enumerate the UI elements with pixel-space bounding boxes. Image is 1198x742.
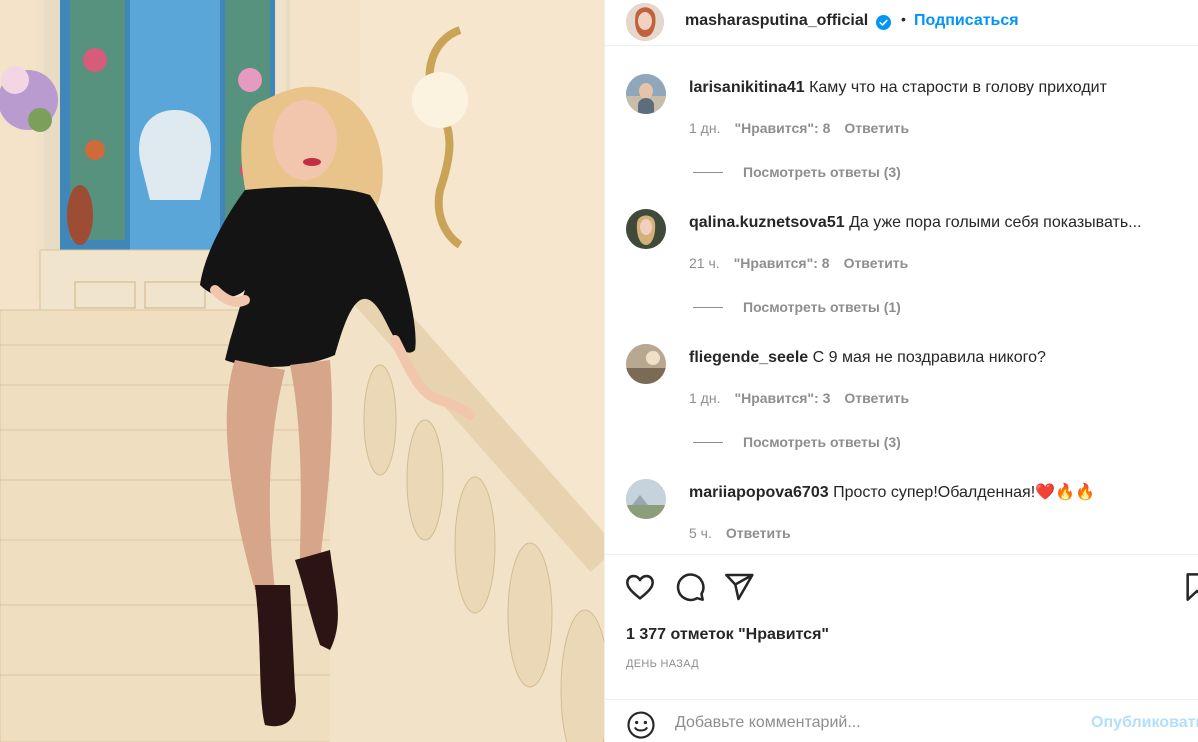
comment-more-icon[interactable]: ⋮: [1193, 80, 1198, 100]
comment-more-icon[interactable]: ⋮: [1193, 215, 1198, 235]
likes-count[interactable]: 1 377 отметок "Нравится": [626, 626, 829, 644]
comment-text-line: mariiapopova6703 Просто супер!Обалденная…: [689, 482, 1095, 504]
photo-illustration: [0, 0, 604, 742]
comment-meta: 21 ч. "Нравится": 8 Ответить: [689, 255, 908, 271]
comment-body: Каму что на старости в голову приходит: [809, 79, 1107, 96]
comment-username[interactable]: mariiapopova6703: [689, 484, 829, 501]
commenter-avatar[interactable]: [626, 209, 666, 249]
comment-item: larisanikitina41 Каму что на старости в …: [605, 62, 1198, 192]
view-replies-button[interactable]: Посмотреть ответы (1): [693, 299, 901, 315]
comment-time[interactable]: 5 ч.: [689, 525, 712, 541]
comment-text-line: larisanikitina41 Каму что на старости в …: [689, 77, 1107, 99]
comment-username[interactable]: larisanikitina41: [689, 79, 805, 96]
comment-composer: Опубликовать: [605, 699, 1198, 742]
header-separator: •: [901, 11, 906, 27]
comment-username[interactable]: qalina.kuznetsova51: [689, 214, 845, 231]
comment-input[interactable]: [675, 709, 1075, 737]
comment-icon[interactable]: [674, 571, 706, 603]
post-header: masharasputina_official • Подписаться: [605, 0, 1198, 46]
comment-item: fliegende_seele С 9 мая не поздравила ни…: [605, 332, 1198, 462]
comment-more-icon[interactable]: ⋮: [1193, 485, 1198, 505]
comment-likes[interactable]: "Нравится": 3: [734, 390, 830, 406]
comment-likes[interactable]: "Нравится": 8: [734, 255, 830, 271]
replies-divider-line: [693, 306, 723, 308]
comment-username[interactable]: fliegende_seele: [689, 349, 808, 366]
comment-time[interactable]: 1 дн.: [689, 390, 720, 406]
view-replies-button[interactable]: Посмотреть ответы (3): [693, 164, 901, 180]
post-actions: 1 377 отметок "Нравится" ДЕНЬ НАЗАД: [605, 554, 1198, 699]
view-replies-button[interactable]: Посмотреть ответы (3): [693, 434, 901, 450]
comment-meta: 5 ч. Ответить: [689, 525, 791, 541]
replies-divider-line: [693, 171, 723, 173]
comment-time[interactable]: 1 дн.: [689, 120, 720, 136]
bookmark-icon[interactable]: [1181, 571, 1198, 603]
commenter-avatar[interactable]: [626, 344, 666, 384]
verified-badge-icon: [876, 15, 891, 30]
reply-button[interactable]: Ответить: [726, 525, 791, 541]
comment-likes[interactable]: "Нравится": 8: [734, 120, 830, 136]
post-side-panel: masharasputina_official • Подписаться la…: [604, 0, 1198, 742]
heart-icon[interactable]: [624, 571, 656, 603]
comment-more-icon[interactable]: ⋮: [1193, 350, 1198, 370]
comment-text-line: fliegende_seele С 9 мая не поздравила ни…: [689, 347, 1046, 369]
view-replies-label: Посмотреть ответы (3): [743, 434, 901, 450]
comment-body: Да уже пора голыми себя показывать...: [849, 214, 1142, 231]
reply-button[interactable]: Ответить: [844, 390, 909, 406]
post-photo[interactable]: [0, 0, 604, 742]
comment-body: С 9 мая не поздравила никого?: [812, 349, 1046, 366]
publish-button[interactable]: Опубликовать: [1091, 714, 1198, 732]
comment-item: qalina.kuznetsova51 Да уже пора голыми с…: [605, 197, 1198, 327]
share-icon[interactable]: [723, 571, 755, 603]
smiley-icon[interactable]: [626, 710, 656, 740]
comment-body: Просто супер!Обалденная!❤️🔥🔥: [833, 484, 1095, 501]
reply-button[interactable]: Ответить: [844, 120, 909, 136]
view-replies-label: Посмотреть ответы (1): [743, 299, 901, 315]
comment-time[interactable]: 21 ч.: [689, 255, 720, 271]
follow-button[interactable]: Подписаться: [914, 12, 1019, 30]
commenter-avatar[interactable]: [626, 479, 666, 519]
author-avatar[interactable]: [626, 3, 664, 41]
comment-meta: 1 дн. "Нравится": 8 Ответить: [689, 120, 909, 136]
comment-meta: 1 дн. "Нравится": 3 Ответить: [689, 390, 909, 406]
comment-text-line: qalina.kuznetsova51 Да уже пора голыми с…: [689, 212, 1142, 234]
reply-button[interactable]: Ответить: [844, 255, 909, 271]
commenter-avatar[interactable]: [626, 74, 666, 114]
replies-divider-line: [693, 441, 723, 443]
post-time: ДЕНЬ НАЗАД: [626, 658, 699, 670]
view-replies-label: Посмотреть ответы (3): [743, 164, 901, 180]
author-username[interactable]: masharasputina_official: [685, 12, 868, 30]
